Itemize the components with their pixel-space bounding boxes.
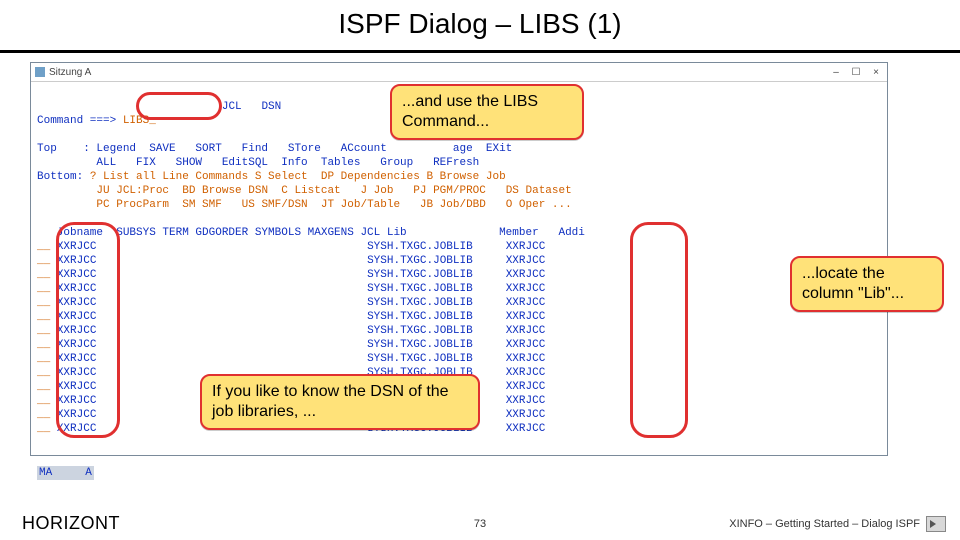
jobname-cell: XXRJCC	[57, 255, 110, 267]
title-rule	[0, 50, 960, 53]
member-cell: XXRJCC	[506, 255, 546, 267]
member-cell: XXRJCC	[506, 381, 546, 393]
jobname-cell: XXRJCC	[57, 325, 110, 337]
legend-bottom-1: ? List all Line Commands S Select DP Dep…	[90, 171, 506, 183]
jobname-cell: XXRJCC	[57, 283, 110, 295]
member-cell: XXRJCC	[506, 311, 546, 323]
line-command-field[interactable]: __	[37, 353, 57, 365]
legend-bottom-pad3	[37, 199, 96, 211]
lib-cell: SYSH.TXGC.JOBLIB	[367, 283, 506, 295]
member-cell: XXRJCC	[506, 423, 546, 435]
lib-cell: SYSH.TXGC.JOBLIB	[367, 339, 506, 351]
line-command-field[interactable]: __	[37, 339, 57, 351]
command-label: Command ===>	[37, 115, 116, 127]
member-cell: XXRJCC	[506, 395, 546, 407]
line-command-field[interactable]: __	[37, 255, 57, 267]
line-command-field[interactable]: __	[37, 325, 57, 337]
line-command-field[interactable]: __	[37, 297, 57, 309]
member-cell: XXRJCC	[506, 325, 546, 337]
member-cell: XXRJCC	[506, 241, 546, 253]
maximize-button[interactable]: ☐	[849, 67, 863, 78]
session-title: Sitzung A	[49, 67, 91, 78]
lib-cell: SYSH.TXGC.JOBLIB	[367, 241, 506, 253]
lib-cell: SYSH.TXGC.JOBLIB	[367, 269, 506, 281]
line-command-field[interactable]: __	[37, 283, 57, 295]
command-input[interactable]: LIBS_	[123, 115, 156, 127]
line-command-field[interactable]: __	[37, 409, 57, 421]
panel-header-center: JCL DSN	[222, 101, 281, 113]
member-cell: XXRJCC	[506, 283, 546, 295]
terminal-titlebar: Sitzung A – ☐ ×	[31, 63, 887, 82]
slide-title: ISPF Dialog – LIBS (1)	[0, 8, 960, 40]
legend-top-1: Top : Legend SAVE SORT Find STore ACcoun…	[37, 143, 512, 155]
status-line: MA A	[37, 466, 94, 480]
callout-dsn-intro: If you like to know the DSN of the job l…	[200, 374, 480, 430]
lib-cell: SYSH.TXGC.JOBLIB	[367, 311, 506, 323]
line-command-field[interactable]: __	[37, 381, 57, 393]
callout-locate-lib: ...locate the column "Lib"...	[790, 256, 944, 312]
minimize-button[interactable]: –	[829, 67, 843, 78]
member-cell: XXRJCC	[506, 409, 546, 421]
prev-slide-icon[interactable]	[926, 516, 946, 532]
line-command-field[interactable]: __	[37, 395, 57, 407]
jobname-cell: XXRJCC	[57, 409, 110, 421]
line-command-field[interactable]: __	[37, 423, 57, 435]
lib-cell: SYSH.TXGC.JOBLIB	[367, 255, 506, 267]
line-command-field[interactable]: __	[37, 367, 57, 379]
legend-bottom-3: PC ProcParm SM SMF US SMF/DSN JT Job/Tab…	[96, 199, 571, 211]
footer: HORIZONT 73 XINFO – Getting Started – Di…	[0, 510, 960, 534]
lib-cell: SYSH.TXGC.JOBLIB	[367, 325, 506, 337]
line-command-field[interactable]: __	[37, 311, 57, 323]
member-cell: XXRJCC	[506, 297, 546, 309]
column-headers: Jobname SUBSYS TERM GDGORDER SYMBOLS MAX…	[37, 227, 585, 239]
legend-bottom-label: Bottom:	[37, 171, 90, 183]
jobname-cell: XXRJCC	[57, 381, 110, 393]
jobname-cell: XXRJCC	[57, 297, 110, 309]
jobname-cell: XXRJCC	[57, 423, 110, 435]
member-cell: XXRJCC	[506, 339, 546, 351]
legend-top-2: ALL FIX SHOW EditSQL Info Tables Group R…	[37, 157, 479, 169]
jobname-cell: XXRJCC	[57, 353, 110, 365]
jobname-cell: XXRJCC	[57, 339, 110, 351]
jobname-cell: XXRJCC	[57, 269, 110, 281]
jobname-cell: XXRJCC	[57, 311, 110, 323]
footer-right-text: XINFO – Getting Started – Dialog ISPF	[729, 518, 920, 530]
jobname-cell: XXRJCC	[57, 367, 110, 379]
jobname-cell: XXRJCC	[57, 241, 110, 253]
member-cell: XXRJCC	[506, 353, 546, 365]
line-command-field[interactable]: __	[37, 241, 57, 253]
lib-cell: SYSH.TXGC.JOBLIB	[367, 353, 506, 365]
close-button[interactable]: ×	[869, 67, 883, 78]
legend-bottom-2: JU JCL:Proc BD Browse DSN C Listcat J Jo…	[96, 185, 571, 197]
app-icon	[35, 67, 45, 77]
line-command-field[interactable]: __	[37, 269, 57, 281]
lib-cell: SYSH.TXGC.JOBLIB	[367, 297, 506, 309]
member-cell: XXRJCC	[506, 367, 546, 379]
legend-bottom-pad2	[37, 185, 96, 197]
member-cell: XXRJCC	[506, 269, 546, 281]
jobname-cell: XXRJCC	[57, 395, 110, 407]
callout-libs-command: ...and use the LIBS Command...	[390, 84, 584, 140]
